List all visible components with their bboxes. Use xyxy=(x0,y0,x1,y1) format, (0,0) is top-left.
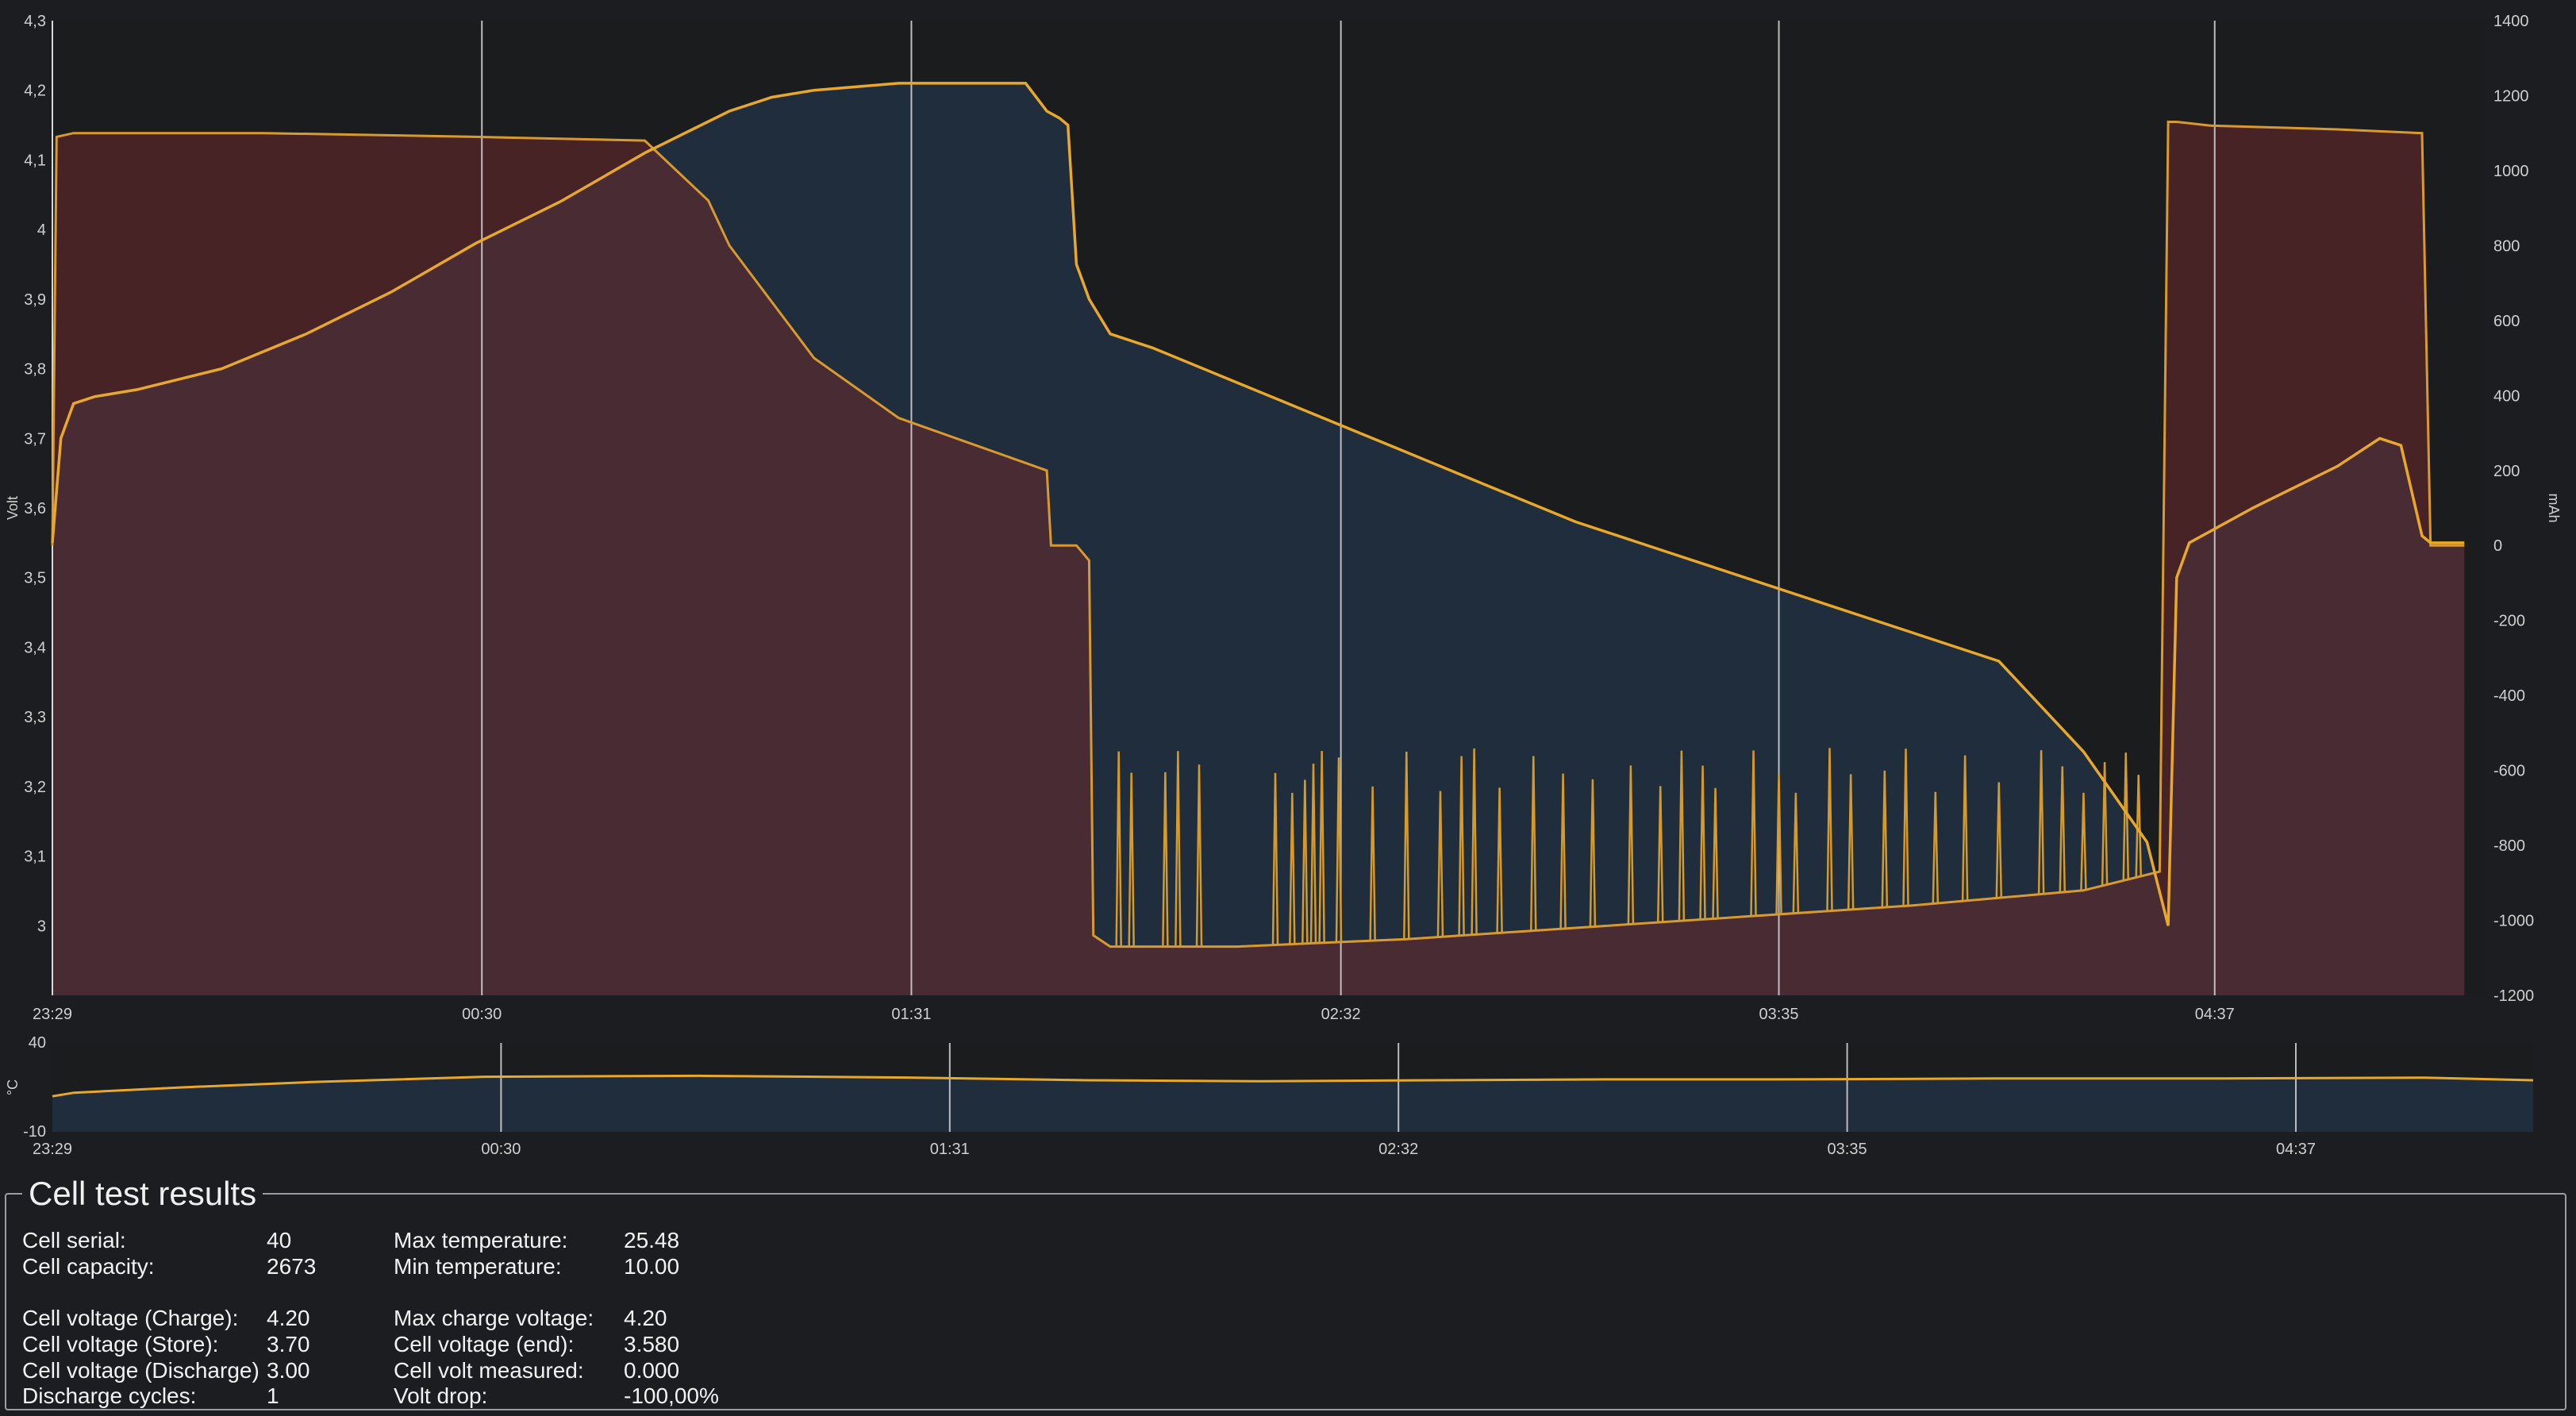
result-label: Min temperature: xyxy=(394,1254,562,1279)
left-tick-label: 3,1 xyxy=(24,848,46,866)
result-value: 25.48 xyxy=(624,1228,680,1252)
results-title: Cell test results xyxy=(22,1174,263,1214)
left-tick-label: 3,5 xyxy=(24,570,46,587)
right-axis-title: mAh xyxy=(2546,493,2562,522)
result-value: 2673 xyxy=(267,1254,317,1279)
temp-x-tick-label: 23:29 xyxy=(33,1141,72,1158)
temp-x-tick-label: 03:35 xyxy=(1828,1141,1867,1158)
right-tick-label: -200 xyxy=(2493,613,2525,630)
result-value: 0.000 xyxy=(624,1358,680,1383)
right-tick-label: -400 xyxy=(2493,687,2525,705)
result-label: Cell volt measured: xyxy=(394,1358,584,1383)
result-value: 3.70 xyxy=(267,1332,310,1356)
x-tick-label: 03:35 xyxy=(1759,1006,1798,1023)
temp-x-tick-label: 01:31 xyxy=(930,1141,970,1158)
result-label: Cell capacity: xyxy=(22,1254,155,1279)
result-label: Cell voltage (Charge): xyxy=(22,1306,239,1330)
left-tick-label: 4,3 xyxy=(24,13,46,30)
left-tick-label: 3,6 xyxy=(24,500,46,518)
temp-area xyxy=(52,1075,2533,1132)
right-tick-label: 200 xyxy=(2493,463,2520,480)
voltage-capacity-chart: 3 3,1 3,2 3,3 3,4 3,5 3,6 3,7 3,8 3,9 4 4,1 4,2 4,3 -1… xyxy=(0,0,2576,1029)
result-label: Discharge cycles: xyxy=(22,1383,197,1408)
x-tick-label: 00:30 xyxy=(462,1006,502,1023)
left-tick-label: 3,7 xyxy=(24,430,46,448)
temp-tick-label: 40 xyxy=(29,1034,46,1052)
result-value: 4.20 xyxy=(267,1306,310,1330)
temp-tick-label: -10 xyxy=(23,1123,46,1141)
result-label: Cell serial: xyxy=(22,1228,126,1252)
left-tick-label: 4 xyxy=(37,221,46,239)
result-label: Cell voltage (end): xyxy=(394,1332,575,1356)
left-axis-title: Volt xyxy=(5,496,21,520)
left-tick-label: 3 xyxy=(37,918,46,935)
left-tick-label: 4,1 xyxy=(24,152,46,169)
right-tick-label: -600 xyxy=(2493,763,2525,780)
right-tick-label: 0 xyxy=(2493,537,2502,555)
result-value: 3.580 xyxy=(624,1332,680,1356)
right-tick-label: 800 xyxy=(2493,237,2520,255)
right-tick-label: -800 xyxy=(2493,837,2525,855)
right-tick-label: 600 xyxy=(2493,313,2520,330)
temp-axis-title: °C xyxy=(5,1079,21,1095)
x-tick-label: 04:37 xyxy=(2195,1006,2235,1023)
cell-test-results-panel: Cell test results Cell serial: 40 Cell cap… xyxy=(5,1174,2566,1410)
result-value: 3.00 xyxy=(267,1358,310,1383)
left-tick-label: 3,9 xyxy=(24,291,46,309)
result-label: Cell voltage (Store): xyxy=(22,1332,219,1356)
result-label: Cell voltage (Discharge) xyxy=(22,1358,260,1383)
result-label: Max temperature: xyxy=(394,1228,568,1252)
temp-x-tick-label: 02:32 xyxy=(1378,1141,1418,1158)
left-tick-label: 4,2 xyxy=(24,83,46,100)
result-value: 40 xyxy=(267,1228,292,1252)
right-tick-label: 1200 xyxy=(2493,87,2529,105)
result-value: 1 xyxy=(267,1383,279,1408)
right-tick-label: -1200 xyxy=(2493,987,2534,1005)
right-tick-label: 400 xyxy=(2493,387,2520,405)
result-value: 10.00 xyxy=(624,1254,680,1279)
temp-x-tick-label: 04:37 xyxy=(2276,1141,2316,1158)
left-tick-label: 3,8 xyxy=(24,361,46,379)
result-value: -100,00% xyxy=(624,1383,719,1408)
left-tick-label: 3,2 xyxy=(24,779,46,796)
right-tick-label: -1000 xyxy=(2493,913,2534,930)
left-tick-label: 3,4 xyxy=(24,639,46,656)
result-label: Max charge voltage: xyxy=(394,1306,594,1330)
temp-x-tick-label: 00:30 xyxy=(481,1141,521,1158)
x-tick-label: 01:31 xyxy=(891,1006,931,1023)
x-tick-label: 23:29 xyxy=(33,1006,72,1023)
right-tick-label: 1000 xyxy=(2493,163,2529,180)
right-tick-label: 1400 xyxy=(2493,13,2529,30)
x-tick-label: 02:32 xyxy=(1321,1006,1361,1023)
result-label: Volt drop: xyxy=(394,1383,488,1408)
temperature-chart: 40 -10 °C 23:29 00:30 01:31 02:32 03:35 04:37 xyxy=(0,1029,2576,1168)
left-tick-label: 3,3 xyxy=(24,709,46,726)
result-value: 4.20 xyxy=(624,1306,667,1330)
